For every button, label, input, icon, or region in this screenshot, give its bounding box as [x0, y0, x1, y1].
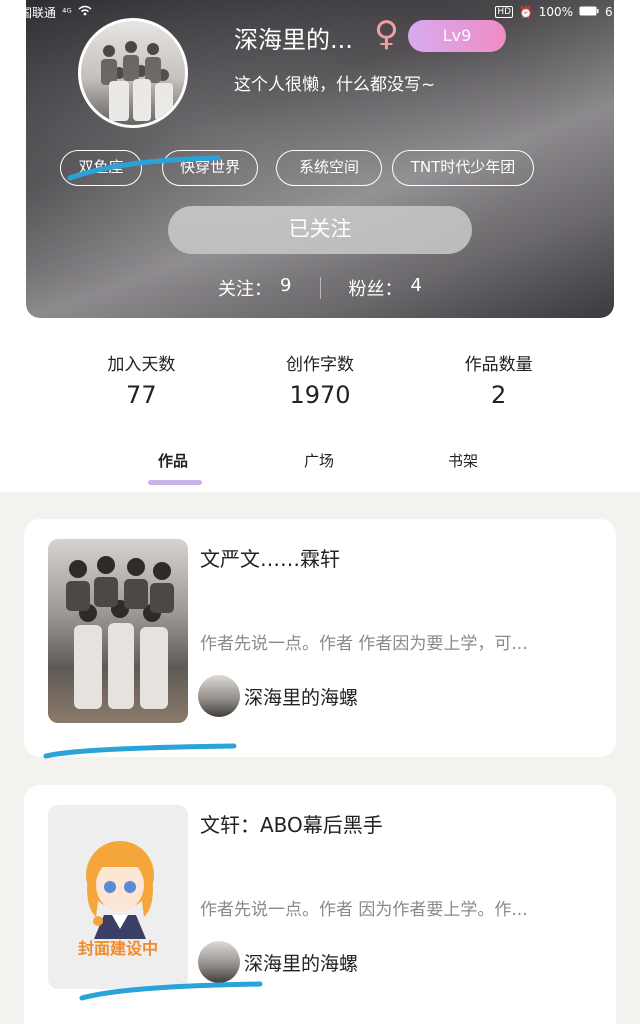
- profile-username: 深海里的...: [234, 26, 353, 54]
- work-title: 文轩：ABO幕后黑手: [200, 813, 383, 837]
- tag-pisces[interactable]: 双鱼座: [60, 150, 142, 186]
- work-card[interactable]: 封面建设中 文轩：ABO幕后黑手 作者先说一点。作者 因为作者要上学。作... …: [24, 785, 616, 1024]
- stat-label: 作品数量: [464, 354, 533, 375]
- work-cover-image[interactable]: [48, 539, 188, 723]
- anime-mascot-icon: [86, 841, 154, 939]
- battery-icon: [579, 5, 599, 19]
- work-description: 作者先说一点。作者 因为作者要上学。作...: [200, 900, 528, 920]
- work-title: 文严文……霖轩: [200, 547, 340, 571]
- level-badge: Lv9: [408, 20, 506, 52]
- followers-label: 粉丝：: [348, 279, 403, 300]
- profile-avatar[interactable]: [78, 18, 188, 128]
- follow-button[interactable]: 已关注: [168, 206, 472, 254]
- tab-works[interactable]: 作品: [158, 450, 188, 471]
- alarm-icon: ⏰: [519, 5, 533, 19]
- following-count-group[interactable]: 关注： 9: [218, 275, 291, 301]
- cover-caption: 封面建设中: [77, 939, 158, 958]
- stat-value: 2: [491, 380, 507, 409]
- followers-count: 4: [410, 275, 422, 296]
- work-cover-placeholder[interactable]: 封面建设中: [48, 805, 188, 989]
- author-avatar: [198, 941, 240, 983]
- following-label: 关注：: [218, 279, 273, 300]
- tab-plaza[interactable]: 广场: [304, 450, 334, 471]
- content-tabs: 作品 广场 书架: [0, 448, 640, 488]
- work-card[interactable]: 文严文……霖轩 作者先说一点。作者 作者因为要上学，可... 深海里的海螺: [24, 519, 616, 757]
- tag-quick-travel[interactable]: 快穿世界: [162, 150, 258, 186]
- hd-icon: HD: [495, 6, 514, 18]
- wifi-icon: [78, 5, 92, 19]
- status-bar: 中国联通 ⁴ᴳ HD ⏰ 100% 6:04: [0, 0, 640, 24]
- tab-bookshelf[interactable]: 书架: [448, 450, 478, 471]
- stat-value: 1970: [289, 380, 351, 409]
- author-avatar: [198, 675, 240, 717]
- work-author[interactable]: 深海里的海螺: [198, 941, 358, 983]
- following-count: 9: [280, 275, 292, 296]
- stat-label: 加入天数: [107, 354, 176, 375]
- author-name: 深海里的海螺: [244, 686, 359, 709]
- stat-word-count: 创作字数 1970: [245, 350, 395, 409]
- profile-bio: 这个人很懒，什么都没写~: [234, 75, 436, 95]
- tag-system-space[interactable]: 系统空间: [276, 150, 382, 186]
- work-description: 作者先说一点。作者 作者因为要上学，可...: [200, 634, 528, 654]
- signal-icon: ⁴ᴳ: [62, 5, 72, 19]
- divider: [319, 277, 321, 299]
- tag-tnt[interactable]: TNT时代少年团: [392, 150, 534, 186]
- followers-count-group[interactable]: 粉丝： 4: [349, 275, 422, 301]
- stat-join-days: 加入天数 77: [66, 350, 216, 409]
- clock: 6:04: [605, 5, 632, 19]
- battery-percent: 100%: [538, 5, 574, 19]
- stats-panel: 加入天数 77 创作字数 1970 作品数量 2: [52, 318, 588, 440]
- author-name: 深海里的海螺: [244, 952, 359, 975]
- stat-value: 77: [126, 380, 157, 409]
- stat-label: 创作字数: [285, 354, 354, 375]
- active-tab-indicator: [148, 480, 202, 485]
- profile-card: 深海里的... ♀ Lv9 这个人很懒，什么都没写~ 双鱼座 快穿世界 系统空间…: [26, 0, 614, 318]
- stat-works-count: 作品数量 2: [424, 350, 574, 409]
- work-author[interactable]: 深海里的海螺: [198, 675, 358, 717]
- carrier-label: 中国联通: [8, 5, 57, 20]
- follow-counts: 关注： 9 粉丝： 4: [26, 274, 614, 302]
